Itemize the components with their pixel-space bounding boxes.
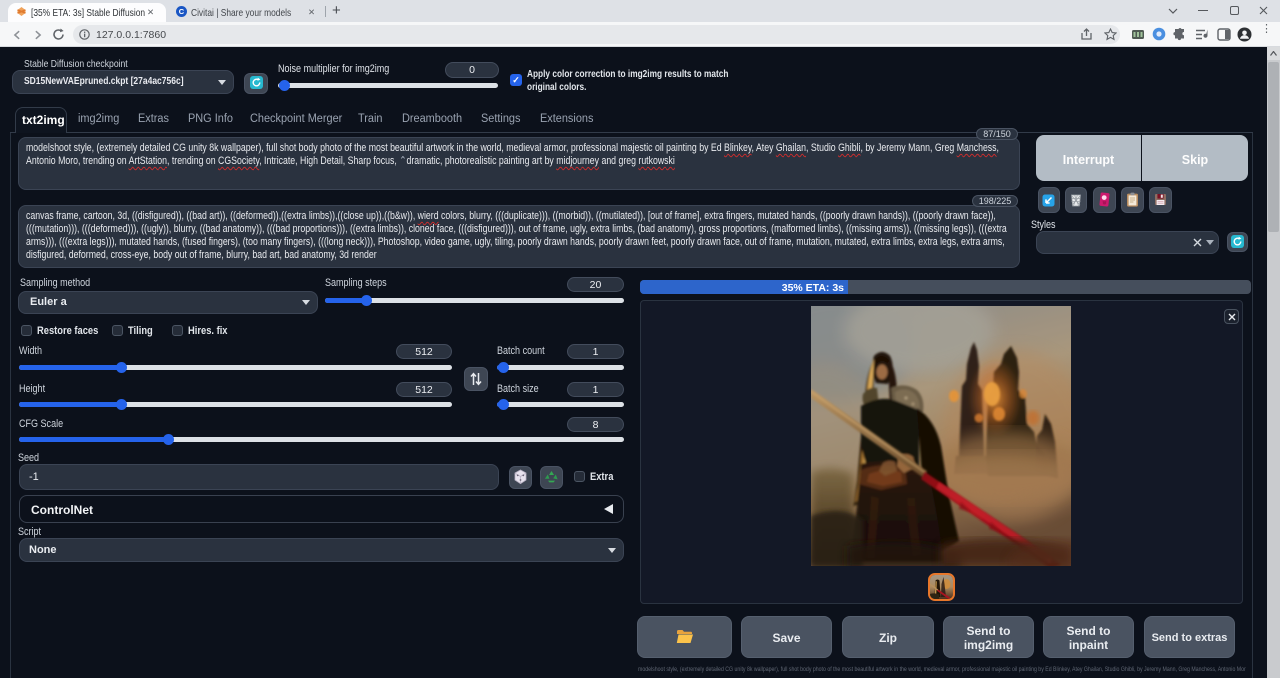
- svg-text:C: C: [179, 7, 185, 16]
